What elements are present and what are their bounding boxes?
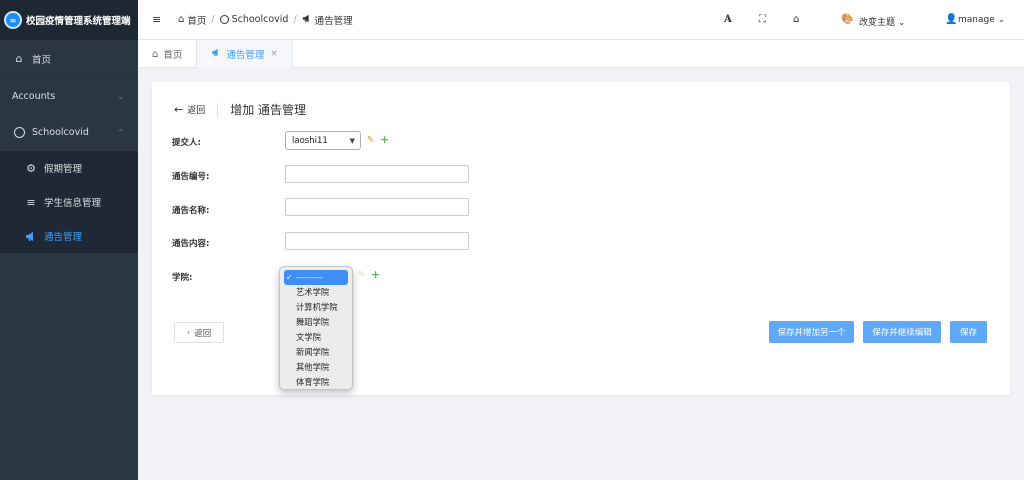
dropdown-option[interactable]: 艺术学院	[280, 285, 352, 300]
save-button[interactable]: 保存	[950, 321, 987, 343]
chevron-down-icon: ⌄	[117, 91, 124, 101]
megaphone-icon	[302, 14, 312, 26]
chevron-left-icon: ‹	[186, 327, 191, 338]
topbar: ≡ ⌂ 首页 / Schoolcovid / 通告管理 A ⛶ ⌂ 🎨 改变主题…	[138, 0, 1024, 40]
sidebar-item-label: 学生信息管理	[44, 198, 102, 209]
breadcrumb: ⌂ 首页 / Schoolcovid / 通告管理	[178, 13, 353, 27]
plus-icon[interactable]: +	[380, 133, 389, 146]
dropdown-option[interactable]: 计算机学院	[280, 300, 352, 315]
content-label: 通告内容:	[172, 239, 210, 249]
tab-home[interactable]: ⌂ 首页	[138, 40, 198, 68]
pencil-icon[interactable]: ✎	[367, 135, 374, 145]
tab-notices[interactable]: 通告管理 ×	[197, 40, 293, 68]
number-input[interactable]	[285, 165, 469, 183]
sidebar-item-label: 假期管理	[44, 164, 83, 175]
home-icon: ⌂	[178, 14, 185, 25]
chevron-down-icon: ▼	[349, 136, 355, 145]
pencil-icon[interactable]: ✎	[358, 270, 365, 280]
user-icon: 👤	[945, 14, 958, 25]
name-input[interactable]	[285, 198, 469, 216]
sidebar-item-accounts[interactable]: Accounts ⌄	[0, 77, 138, 114]
save-and-add-button[interactable]: 保存并增加另一个	[769, 321, 854, 343]
content-input[interactable]	[285, 232, 469, 250]
dropdown-option[interactable]: 体育学院	[280, 375, 352, 390]
submitter-select[interactable]: laoshi11 ▼	[285, 131, 361, 150]
brand-title: 校园疫情管理系统管理端	[26, 16, 131, 27]
theme-dropdown[interactable]: 改变主题 ⌄	[859, 15, 905, 28]
dropdown-option[interactable]: 其他学院	[280, 360, 352, 375]
save-and-continue-button[interactable]: 保存并继续编辑	[863, 321, 941, 343]
circle-icon	[12, 127, 26, 138]
sidebar-item-label: Schoolcovid	[32, 127, 89, 138]
chevron-up-icon: ⌃	[117, 128, 124, 137]
sidebar-item-student-info[interactable]: ≡ 学生信息管理	[0, 185, 138, 219]
number-label: 通告编号:	[172, 172, 210, 182]
breadcrumb-home[interactable]: 首页	[187, 13, 206, 27]
user-dropdown[interactable]: manage ⌄	[958, 15, 1005, 25]
close-icon[interactable]: ×	[270, 49, 278, 59]
submitter-label: 提交人:	[172, 138, 201, 148]
name-label: 通告名称:	[172, 206, 210, 216]
page-header: ← 返回 增加 通告管理	[174, 101, 306, 118]
dropdown-option[interactable]: 新闻学院	[280, 345, 352, 360]
sidebar-item-schoolcovid[interactable]: Schoolcovid ⌃	[0, 114, 138, 151]
back-link[interactable]: ← 返回	[174, 103, 205, 116]
back-button[interactable]: ‹ 返回	[174, 322, 224, 343]
page-title: 增加 通告管理	[230, 103, 307, 117]
sidebar-item-label: Accounts	[12, 90, 56, 102]
breadcrumb-schoolcovid[interactable]: Schoolcovid	[232, 14, 289, 25]
tabs-bar: ⌂ 首页 通告管理 ×	[138, 40, 1024, 68]
sidebar-item-label: 首页	[32, 54, 52, 66]
sidebar: ∞ 校园疫情管理系统管理端 ⌂ 首页 Accounts ⌄ Schoolcovi…	[0, 0, 138, 480]
fullscreen-icon[interactable]: ⛶	[759, 14, 766, 25]
sidebar-item-notices[interactable]: 通告管理	[0, 219, 138, 253]
dropdown-option[interactable]: 文学院	[280, 330, 352, 345]
font-size-icon[interactable]: A	[724, 14, 732, 25]
sidebar-item-holiday[interactable]: ⚙ 假期管理	[0, 151, 138, 185]
brand: ∞ 校园疫情管理系统管理端	[0, 0, 138, 40]
circle-icon	[219, 15, 229, 24]
dropdown-option[interactable]: ✓ ---------	[284, 270, 348, 285]
college-dropdown: ✓ --------- 艺术学院 计算机学院 舞蹈学院 文学院 新闻学院 其他学院…	[279, 266, 353, 390]
plus-icon[interactable]: +	[371, 268, 380, 281]
college-label: 学院:	[172, 273, 193, 283]
arrow-left-icon: ←	[174, 103, 184, 116]
home-icon: ⌂	[152, 48, 159, 60]
sidebar-item-home[interactable]: ⌂ 首页	[0, 40, 138, 77]
home-icon: ⌂	[15, 52, 23, 65]
megaphone-icon	[24, 231, 38, 242]
database-icon: ≡	[26, 195, 36, 209]
home-icon[interactable]: ⌂	[793, 14, 799, 25]
gear-icon: ⚙	[26, 161, 36, 175]
palette-icon[interactable]: 🎨	[841, 14, 853, 25]
breadcrumb-notices: 通告管理	[314, 15, 353, 27]
hamburger-icon[interactable]: ≡	[152, 13, 164, 26]
check-icon: ✓	[286, 273, 293, 282]
megaphone-icon	[211, 48, 221, 60]
dropdown-option[interactable]: 舞蹈学院	[280, 315, 352, 330]
sidebar-item-label: 通告管理	[44, 232, 83, 243]
brand-logo: ∞	[4, 11, 22, 29]
